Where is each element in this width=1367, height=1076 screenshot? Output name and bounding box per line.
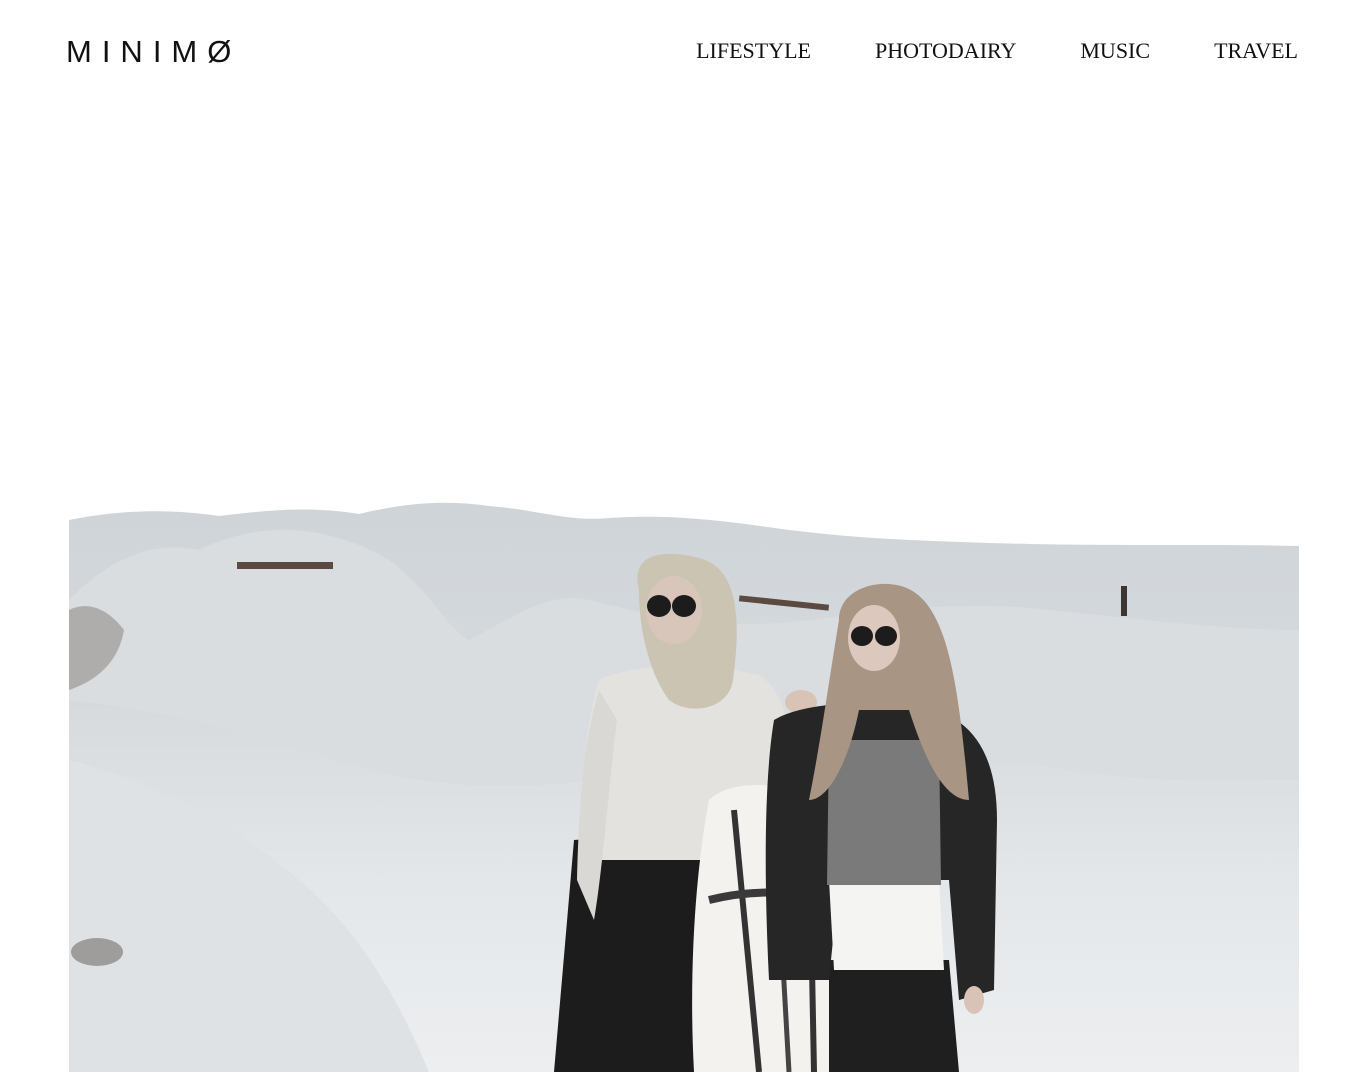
hero-photo-illustration [69,480,1299,1072]
rusty-pipe-left [237,562,333,569]
site-logo[interactable]: MINIMØ [66,33,241,71]
post [1121,586,1127,616]
nav-item-music[interactable]: MUSIC [1080,37,1150,65]
page: MINIMØ LIFESTYLE PHOTODAIRY MUSIC TRAVEL [0,0,1367,1076]
main-nav: LIFESTYLE PHOTODAIRY MUSIC TRAVEL [696,37,1298,65]
site-header: MINIMØ LIFESTYLE PHOTODAIRY MUSIC TRAVEL [0,0,1367,100]
nav-item-photodairy[interactable]: PHOTODAIRY [875,37,1016,65]
nav-item-travel[interactable]: TRAVEL [1214,37,1298,65]
small-rock [71,938,123,966]
nav-item-lifestyle[interactable]: LIFESTYLE [696,37,811,65]
hero-image[interactable] [69,480,1299,1072]
